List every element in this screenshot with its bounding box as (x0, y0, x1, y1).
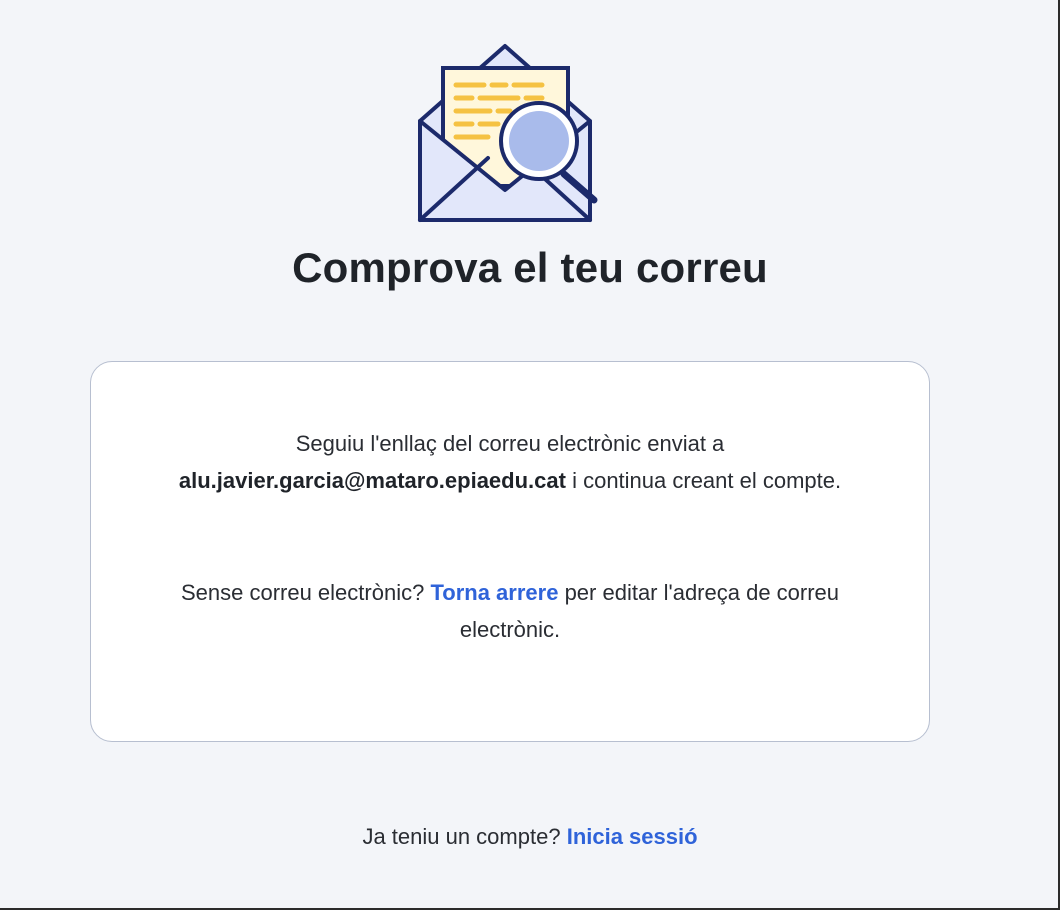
go-back-link[interactable]: Torna arrere (430, 580, 558, 605)
signin-link[interactable]: Inicia sessió (567, 824, 698, 849)
no-email-text-before: Sense correu electrònic? (180, 580, 425, 605)
email-address: alu.javier.garcia@mataro.epiaedu.cat (178, 468, 566, 493)
page-title: Comprova el teu correu (292, 244, 768, 291)
signin-prompt-text: Ja teniu un compte? (362, 824, 561, 849)
email-sent-message: Seguiu l'enllaç del correu electrònic en… (151, 425, 869, 499)
signin-prompt: Ja teniu un compte? Inicia sessió (0, 817, 1060, 857)
message-text-before: Seguiu l'enllaç del correu electrònic en… (295, 431, 725, 456)
message-text-after: i continua creant el compte. (572, 468, 842, 493)
no-email-message: Sense correu electrònic? Torna arrere pe… (151, 574, 869, 648)
info-card: Seguiu l'enllaç del correu electrònic en… (90, 361, 930, 742)
envelope-magnifier-icon (414, 40, 604, 230)
